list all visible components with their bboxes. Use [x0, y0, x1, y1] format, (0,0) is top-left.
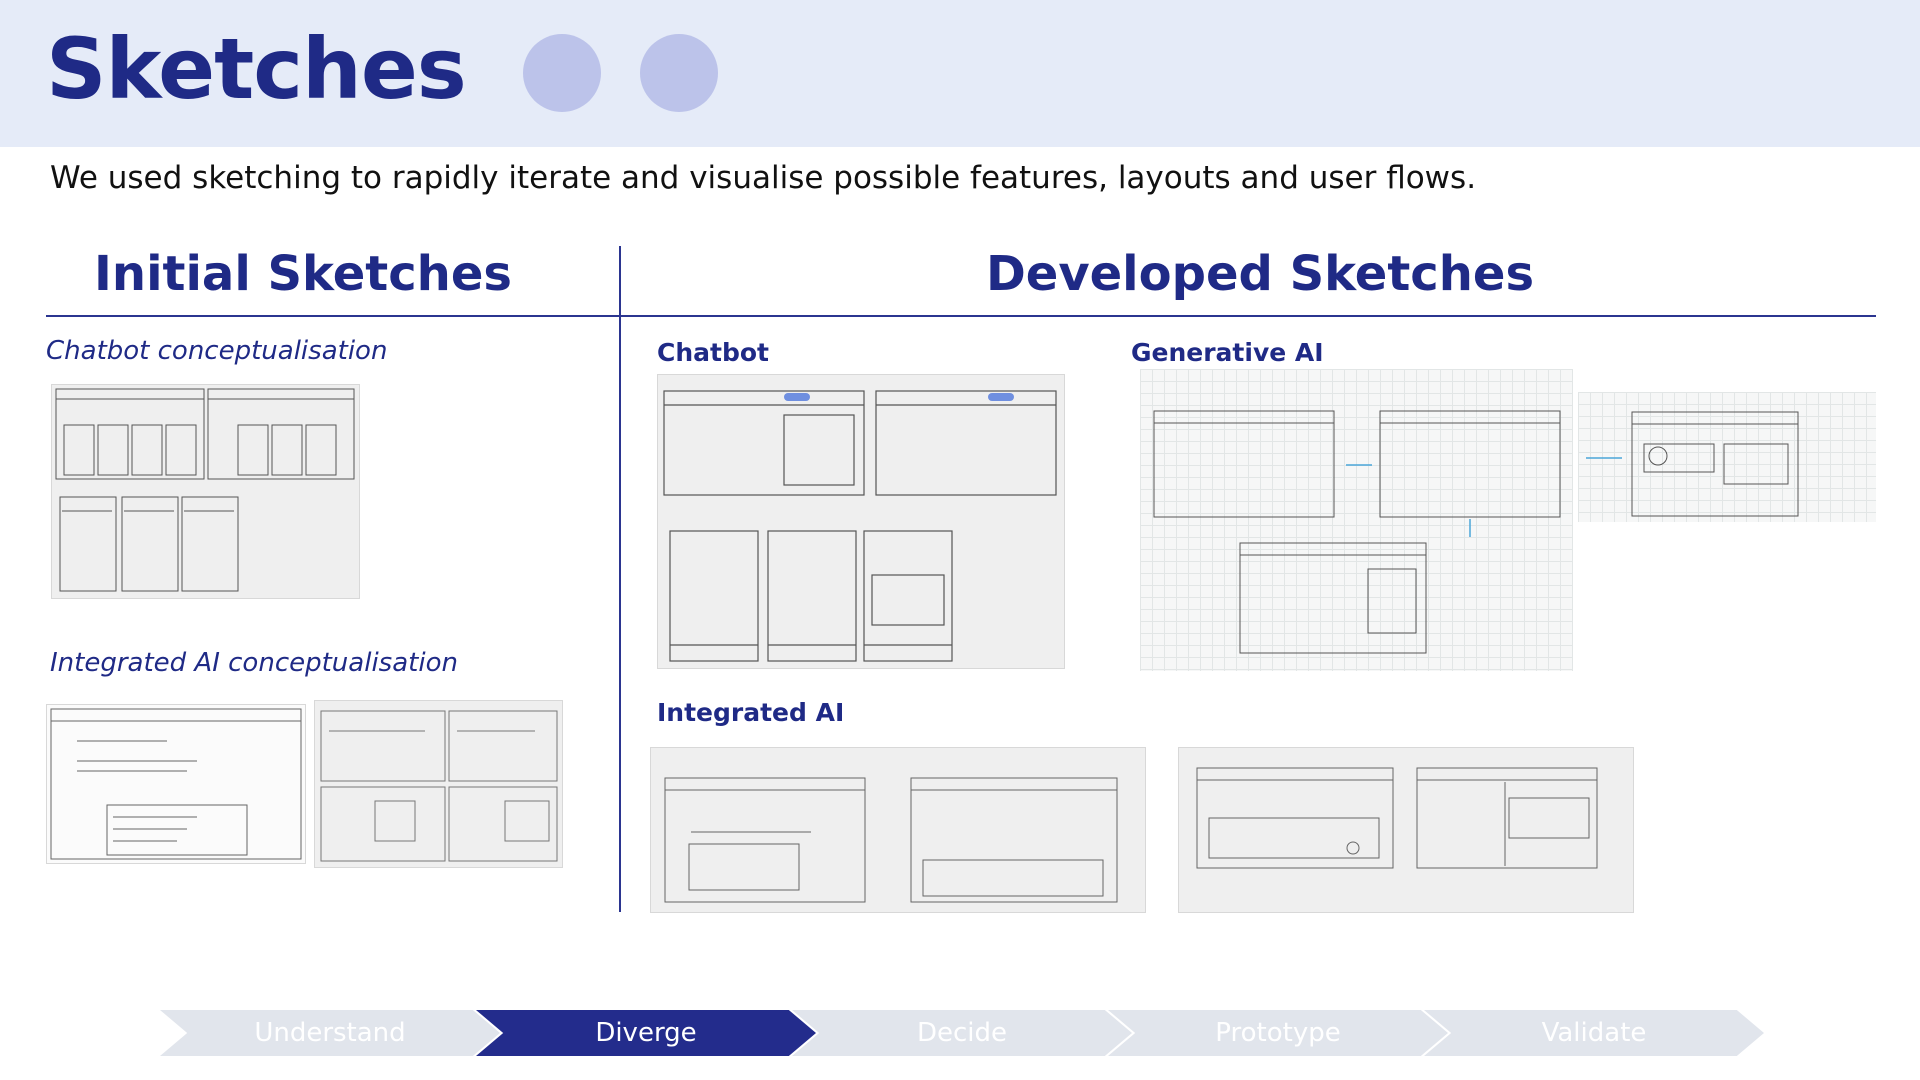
header-band: Sketches — [0, 0, 1920, 147]
step-prototype[interactable]: Prototype — [1108, 1010, 1448, 1056]
developed-chatbot-sketch — [657, 374, 1065, 669]
page-subtitle: We used sketching to rapidly iterate and… — [50, 160, 1477, 196]
initial-sketches-heading: Initial Sketches — [94, 246, 512, 302]
step-validate[interactable]: Validate — [1424, 1010, 1764, 1056]
section-divider-vertical — [619, 246, 621, 912]
chatbot-conceptualisation-label: Chatbot conceptualisation — [46, 336, 388, 366]
integrated-ai-conceptualisation-label: Integrated AI conceptualisation — [50, 648, 458, 678]
chatbot-conceptualisation-sketch — [51, 384, 360, 599]
generative-ai-sketch-2 — [1578, 392, 1876, 522]
decor-dot-1 — [523, 34, 601, 112]
decor-dot-2 — [640, 34, 718, 112]
step-diverge[interactable]: Diverge — [476, 1010, 816, 1056]
step-understand[interactable]: Understand — [160, 1010, 500, 1056]
developed-integrated-ai-label: Integrated AI — [657, 698, 845, 727]
generative-ai-sketch-1 — [1140, 369, 1573, 671]
developed-integrated-ai-sketch-1 — [650, 747, 1146, 913]
integrated-ai-conceptualisation-sketch-1 — [46, 704, 306, 864]
page-title: Sketches — [46, 20, 467, 118]
developed-chatbot-label: Chatbot — [657, 338, 769, 367]
section-divider-horizontal — [46, 315, 1876, 317]
step-decide[interactable]: Decide — [792, 1010, 1132, 1056]
integrated-ai-conceptualisation-sketch-2 — [314, 700, 563, 868]
developed-integrated-ai-sketch-2 — [1178, 747, 1634, 913]
developed-sketches-heading: Developed Sketches — [985, 246, 1535, 302]
developed-generative-ai-label: Generative AI — [1131, 338, 1324, 367]
